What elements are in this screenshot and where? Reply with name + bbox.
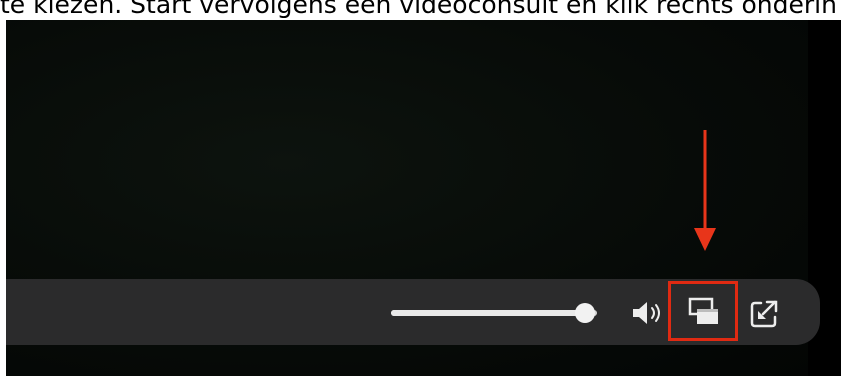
picture-in-picture-button[interactable] xyxy=(668,281,738,341)
volume-fill xyxy=(391,310,585,316)
volume-thumb[interactable] xyxy=(575,303,595,323)
picture-in-picture-icon xyxy=(688,297,718,324)
open-external-icon[interactable] xyxy=(749,299,779,329)
speaker-volume-icon[interactable] xyxy=(631,299,665,327)
volume-slider[interactable] xyxy=(391,303,609,323)
volume-track xyxy=(391,310,597,316)
red-annotation-arrow xyxy=(694,130,716,251)
player-control-bar xyxy=(6,279,820,345)
